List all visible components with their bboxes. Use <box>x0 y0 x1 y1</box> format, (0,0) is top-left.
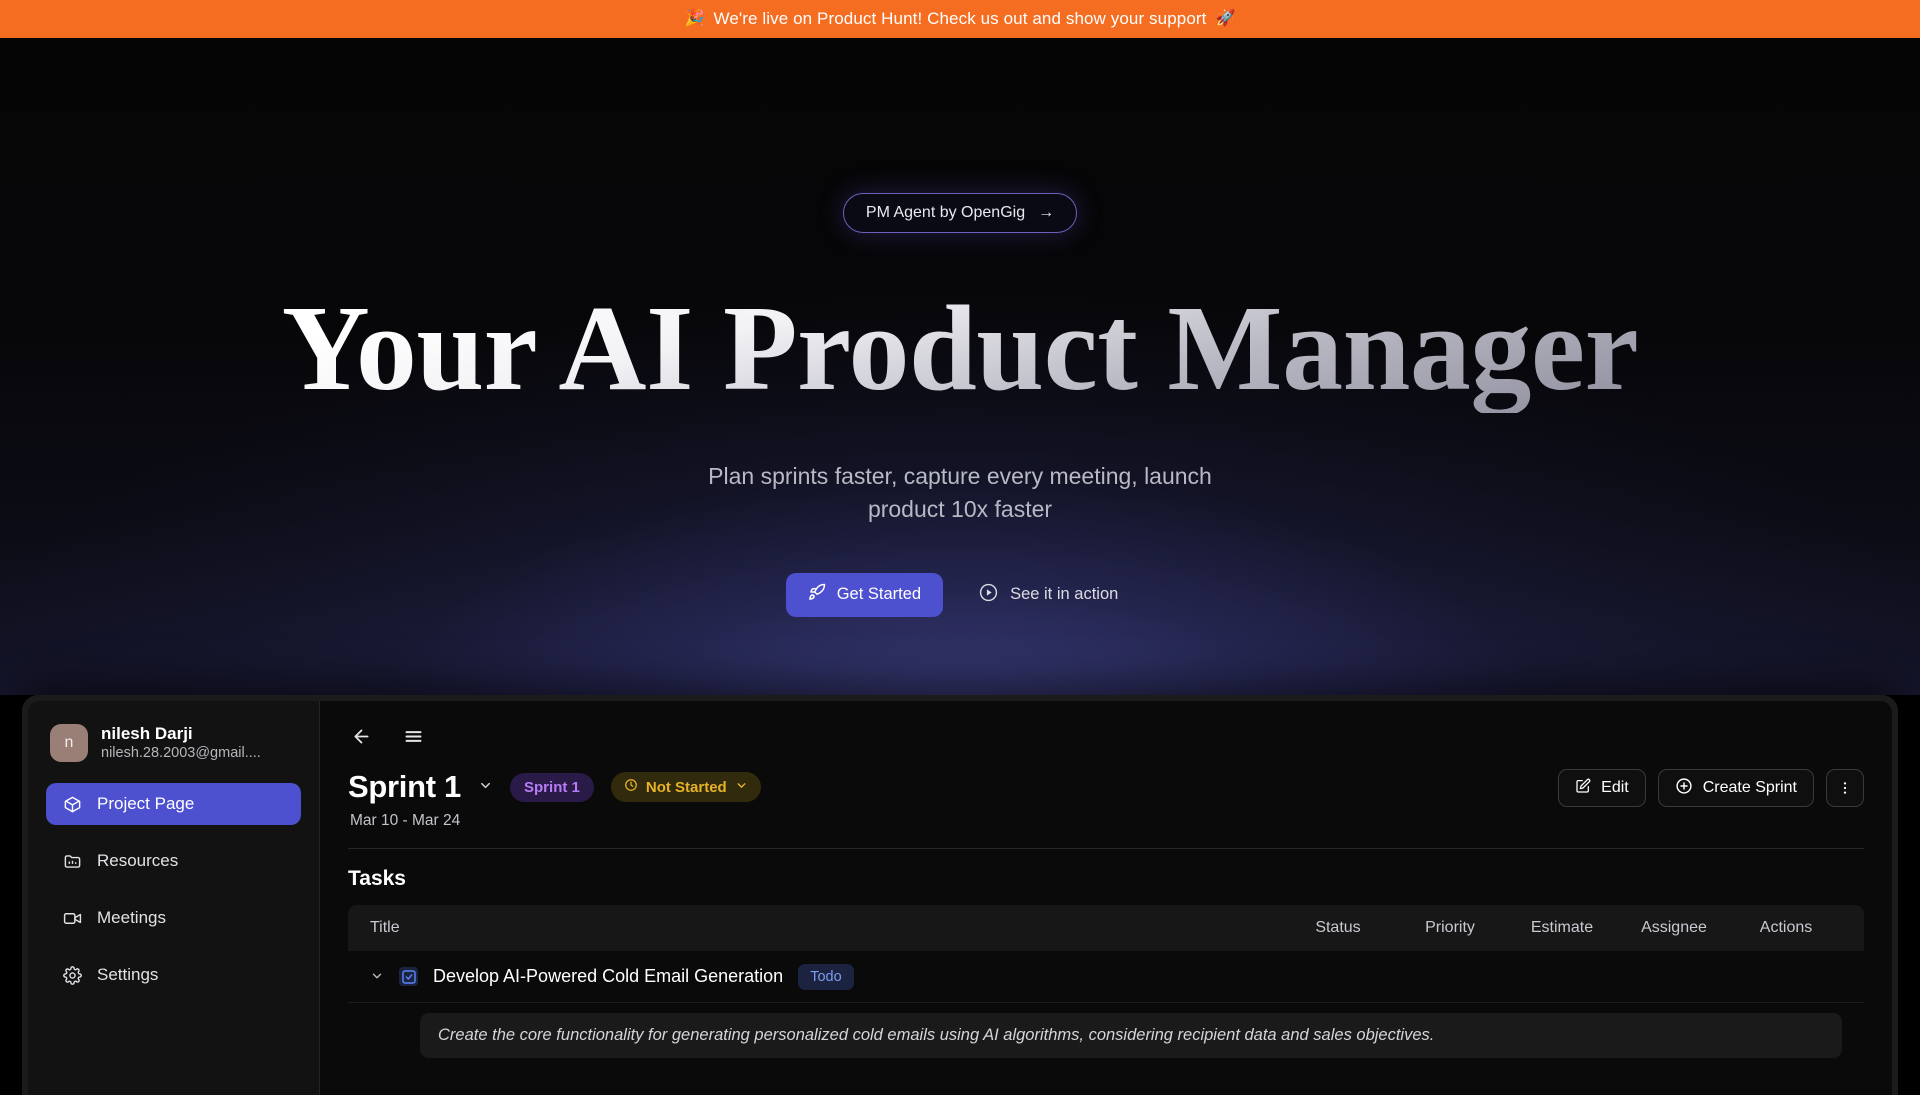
cube-icon <box>62 794 82 814</box>
edit-label: Edit <box>1601 779 1629 796</box>
rocket-launch-icon <box>808 583 826 606</box>
task-status-badge: Todo <box>798 963 854 990</box>
tasks-heading: Tasks <box>348 867 406 890</box>
user-email: nilesh.28.2003@gmail.... <box>101 745 261 762</box>
sidebar-item-label: Project Page <box>97 794 195 814</box>
promo-banner[interactable]: 🎉 We're live on Product Hunt! Check us o… <box>0 0 1920 38</box>
pm-agent-pill-button[interactable]: PM Agent by OpenGig → <box>842 193 1078 233</box>
create-sprint-label: Create Sprint <box>1702 779 1797 796</box>
sidebar: n nilesh Darji nilesh.28.2003@gmail.... … <box>28 701 320 1095</box>
hero-title: Your AI Product Manager <box>281 281 1639 416</box>
task-description-wrapper: Create the core functionality for genera… <box>348 1003 1864 1058</box>
main-content: Sprint 1 Sprint 1 Not Started Mar 10 - M… <box>320 701 1892 1095</box>
edit-button[interactable]: Edit <box>1558 769 1646 807</box>
header-divider <box>348 848 1864 849</box>
see-it-in-action-button[interactable]: See it in action <box>963 573 1134 617</box>
column-header-priority: Priority <box>1425 919 1475 936</box>
sidebar-item-resources[interactable]: Resources <box>46 840 301 882</box>
more-options-button[interactable] <box>1826 769 1864 807</box>
sidebar-item-label: Resources <box>97 851 179 871</box>
sidebar-item-meetings[interactable]: Meetings <box>46 897 301 939</box>
pm-agent-pill-label: PM Agent by OpenGig <box>865 204 1026 221</box>
status-badge-label: Not Started <box>645 778 727 796</box>
sprint-date-range: Mar 10 - Mar 24 <box>350 812 461 829</box>
column-header-assignee: Assignee <box>1641 919 1707 936</box>
table-header-row: Title Status Priority Estimate Assignee … <box>348 905 1864 951</box>
hamburger-menu-icon[interactable] <box>400 723 426 749</box>
status-badge[interactable]: Not Started <box>610 772 761 802</box>
main-topbar <box>348 719 1864 753</box>
play-circle-icon <box>979 583 998 607</box>
plus-circle-icon <box>1675 777 1693 800</box>
column-header-estimate: Estimate <box>1530 919 1594 936</box>
sidebar-item-project-page[interactable]: Project Page <box>46 783 301 826</box>
pencil-square-icon <box>1575 778 1591 799</box>
column-header-status: Status <box>1315 919 1361 936</box>
create-sprint-button[interactable]: Create Sprint <box>1657 769 1814 807</box>
tasks-table: Title Status Priority Estimate Assignee … <box>348 905 1864 1058</box>
column-header-actions: Actions <box>1759 919 1813 936</box>
task-title: Develop AI-Powered Cold Email Generation <box>433 966 784 986</box>
rocket-icon: 🚀 <box>1215 10 1236 27</box>
party-popper-icon: 🎉 <box>684 10 705 27</box>
promo-banner-text: We're live on Product Hunt! Check us out… <box>713 9 1207 28</box>
back-button[interactable] <box>348 723 374 749</box>
user-profile[interactable]: n nilesh Darji nilesh.28.2003@gmail.... <box>46 719 301 763</box>
arrow-right-icon: → <box>1038 204 1055 221</box>
sidebar-item-label: Settings <box>97 965 159 985</box>
chevron-down-icon[interactable] <box>478 778 493 796</box>
chevron-down-icon <box>735 779 748 796</box>
clock-icon <box>624 778 638 796</box>
user-name: nilesh Darji <box>101 724 193 743</box>
sidebar-item-label: Meetings <box>97 908 166 928</box>
column-header-title: Title <box>370 919 400 936</box>
see-it-in-action-label: See it in action <box>1010 585 1119 604</box>
video-icon <box>62 908 82 928</box>
table-row[interactable]: Develop AI-Powered Cold Email Generation… <box>348 951 1864 1003</box>
task-description: Create the core functionality for genera… <box>420 1013 1842 1058</box>
sprint-header: Sprint 1 Sprint 1 Not Started Mar 10 - M… <box>348 769 1864 830</box>
hero-subtitle: Plan sprints faster, capture every meeti… <box>708 462 1212 522</box>
sprint-actions: Edit Create Sprint <box>1558 769 1864 807</box>
task-checkbox[interactable] <box>399 967 418 986</box>
folder-icon <box>62 851 82 871</box>
dots-vertical-icon <box>1843 782 1847 794</box>
sprint-tag-badge[interactable]: Sprint 1 <box>510 772 594 802</box>
app-preview-frame: n nilesh Darji nilesh.28.2003@gmail.... … <box>22 695 1898 1095</box>
hero-section: PM Agent by OpenGig → Your AI Product Ma… <box>0 38 1920 695</box>
expand-row-chevron-icon[interactable] <box>370 969 384 985</box>
avatar: n <box>50 724 88 763</box>
sidebar-item-settings[interactable]: Settings <box>46 954 301 996</box>
sidebar-nav: Project Page Resources Meetings Settings <box>46 783 301 996</box>
gear-icon <box>62 965 82 985</box>
hero-cta-group: Get Started See it in action <box>785 572 1135 617</box>
page-title: Sprint 1 <box>348 769 462 804</box>
get-started-label: Get Started <box>836 585 922 604</box>
get-started-button[interactable]: Get Started <box>785 572 944 617</box>
